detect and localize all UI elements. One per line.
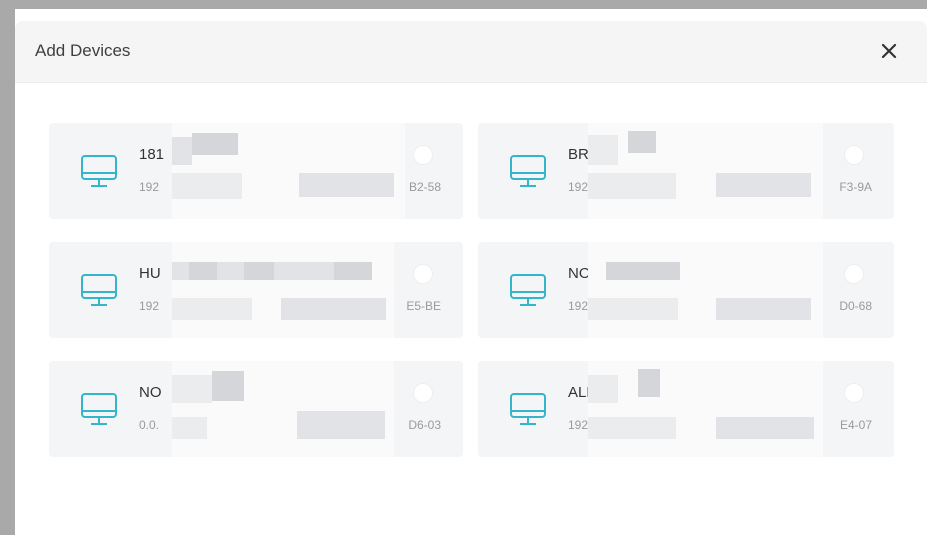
device-ip: 192 (139, 299, 160, 313)
device-ip: 192 (568, 299, 589, 313)
device-grid: 181 192 B2-58 BR/ 192 F3-9A HU 192 E5-BE… (49, 123, 894, 457)
pixelated-redaction (716, 417, 814, 439)
device-card[interactable]: NO 0.0. D6-03 (49, 361, 463, 457)
device-card[interactable]: NOI 192 D0-68 (478, 242, 894, 338)
device-name: NO (139, 384, 162, 401)
pixelated-redaction (172, 417, 207, 439)
device-select-radio[interactable] (844, 264, 864, 284)
pixelated-redaction (628, 131, 656, 153)
device-select-radio[interactable] (413, 264, 433, 284)
pixelated-redaction (588, 375, 618, 403)
backdrop-overlay-top (0, 0, 927, 9)
pixelated-redaction (172, 298, 252, 320)
monitor-icon (510, 274, 546, 306)
device-card[interactable]: ALN 192 E4-07 (478, 361, 894, 457)
device-mac: F3-9A (839, 180, 872, 194)
device-select-radio[interactable] (844, 383, 864, 403)
monitor-icon (510, 393, 546, 425)
monitor-icon (510, 155, 546, 187)
pixelated-redaction (588, 298, 678, 320)
device-ip: 192 (568, 418, 589, 432)
pixelated-redaction (716, 298, 811, 320)
pixelated-redaction (588, 173, 676, 199)
pixelated-redaction (189, 262, 217, 280)
close-button[interactable] (875, 37, 903, 65)
device-mac: D6-03 (408, 418, 441, 432)
device-select-radio[interactable] (413, 383, 433, 403)
device-ip: 192 (139, 180, 160, 194)
close-icon (881, 43, 897, 59)
pixelated-redaction (588, 242, 823, 338)
pixelated-redaction (172, 375, 212, 403)
monitor-icon (81, 155, 117, 187)
device-mac: B2-58 (408, 180, 441, 194)
pixelated-redaction (281, 298, 386, 320)
device-ip: 192 (568, 180, 589, 194)
pixelated-redaction (588, 135, 618, 165)
backdrop-overlay-left (0, 0, 15, 535)
device-card[interactable]: HU 192 E5-BE (49, 242, 463, 338)
device-mac: D0-68 (839, 299, 872, 313)
add-devices-dialog: Add Devices 181 192 B2-58 BR/ 192 F3-9A … (15, 21, 927, 535)
dialog-header: Add Devices (15, 21, 927, 83)
pixelated-redaction (299, 173, 394, 197)
pixelated-redaction (716, 173, 811, 197)
pixelated-redaction (588, 417, 676, 439)
pixelated-redaction (334, 262, 372, 280)
device-select-radio[interactable] (413, 145, 433, 165)
pixelated-redaction (297, 411, 385, 439)
device-ip: 0.0. (139, 418, 160, 432)
device-card[interactable]: BR/ 192 F3-9A (478, 123, 894, 219)
device-name: HU (139, 265, 161, 282)
device-select-radio[interactable] (844, 145, 864, 165)
pixelated-redaction (588, 361, 823, 457)
pixelated-redaction (212, 371, 244, 401)
pixelated-redaction (588, 123, 823, 219)
pixelated-redaction (172, 137, 192, 165)
pixelated-redaction (244, 262, 274, 280)
pixelated-redaction (606, 262, 680, 280)
device-mac: E4-07 (839, 418, 872, 432)
pixelated-redaction (192, 133, 238, 155)
monitor-icon (81, 274, 117, 306)
pixelated-redaction (172, 242, 394, 338)
pixelated-redaction (172, 173, 242, 199)
device-mac: E5-BE (406, 299, 441, 313)
device-name: 181 (139, 146, 165, 163)
monitor-icon (81, 393, 117, 425)
device-card[interactable]: 181 192 B2-58 (49, 123, 463, 219)
pixelated-redaction (638, 369, 660, 397)
dialog-title: Add Devices (35, 41, 131, 60)
